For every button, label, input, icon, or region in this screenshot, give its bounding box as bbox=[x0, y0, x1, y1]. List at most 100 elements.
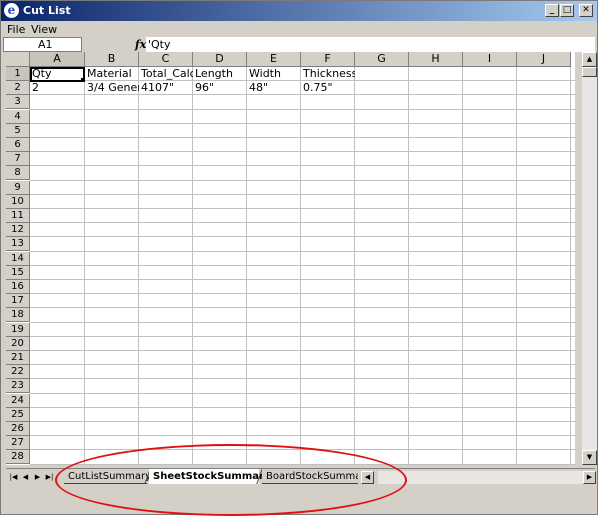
grid-line bbox=[30, 279, 575, 280]
next-sheet-icon[interactable]: ▶ bbox=[32, 471, 43, 483]
row-header-13[interactable]: 13 bbox=[6, 237, 30, 252]
row-header-27[interactable]: 27 bbox=[6, 436, 30, 451]
vertical-scrollbar[interactable]: ▲ ▼ bbox=[582, 52, 597, 465]
grid-line bbox=[30, 378, 575, 380]
row-header-4[interactable]: 4 bbox=[6, 109, 30, 124]
grid-line bbox=[30, 122, 575, 124]
row-header-23[interactable]: 23 bbox=[6, 379, 30, 394]
row-header-3[interactable]: 3 bbox=[6, 95, 30, 110]
cell-b2[interactable]: 3/4 Generic bbox=[85, 81, 139, 95]
cell-e1[interactable]: Width bbox=[247, 67, 301, 81]
cell-a2[interactable]: 2 bbox=[30, 81, 85, 95]
grid-line bbox=[30, 392, 575, 394]
row-header-12[interactable]: 12 bbox=[6, 223, 30, 238]
cell-e2[interactable]: 48" bbox=[247, 81, 301, 95]
fx-icon[interactable]: fx bbox=[135, 38, 146, 51]
maximize-button[interactable]: □ bbox=[560, 4, 574, 17]
row-header-28[interactable]: 28 bbox=[6, 450, 30, 465]
grid-line bbox=[30, 350, 575, 351]
column-header-a[interactable]: A bbox=[30, 52, 85, 67]
column-header-j[interactable]: J bbox=[517, 52, 571, 67]
last-sheet-icon[interactable]: ▶| bbox=[44, 471, 55, 483]
grid-line bbox=[30, 250, 575, 252]
column-header-g[interactable]: G bbox=[355, 52, 409, 67]
minimize-button[interactable]: _ bbox=[545, 4, 559, 17]
grid-line bbox=[30, 293, 575, 295]
prev-sheet-icon[interactable]: ◀ bbox=[20, 471, 31, 483]
menu-file[interactable]: File bbox=[7, 23, 25, 36]
column-header-f[interactable]: F bbox=[301, 52, 355, 67]
row-header-10[interactable]: 10 bbox=[6, 194, 30, 209]
cell-c1[interactable]: Total_Calc bbox=[139, 67, 193, 81]
cell-c2[interactable]: 4107" bbox=[139, 81, 193, 95]
grid-line bbox=[30, 364, 575, 366]
row-header-1[interactable]: 1 bbox=[6, 67, 30, 81]
column-header-h[interactable]: H bbox=[409, 52, 463, 67]
grid-line bbox=[300, 67, 301, 465]
column-header-i[interactable]: I bbox=[463, 52, 517, 67]
cell-f1[interactable]: Thickness bbox=[301, 67, 355, 81]
active-cell-cursor bbox=[30, 67, 85, 82]
row-header-18[interactable]: 18 bbox=[6, 308, 30, 323]
row-header-26[interactable]: 26 bbox=[6, 422, 30, 436]
cell-b1[interactable]: Material bbox=[85, 67, 139, 81]
grid-line bbox=[30, 108, 575, 110]
row-header-24[interactable]: 24 bbox=[6, 393, 30, 408]
row-header-17[interactable]: 17 bbox=[6, 294, 30, 309]
formula-bar: A1 fx 'Qty bbox=[1, 37, 597, 53]
name-box[interactable]: A1 bbox=[3, 37, 82, 52]
scroll-down-button[interactable]: ▼ bbox=[582, 450, 597, 465]
spreadsheet-grid[interactable]: A B C D E F G H I J 1 2 3 4 5 6 7 8 9 10 11 12 13 14 15 16 17 18 19 2… bbox=[6, 52, 575, 465]
menu-view[interactable]: View bbox=[31, 23, 57, 36]
row-header-6[interactable]: 6 bbox=[6, 138, 30, 152]
scroll-thumb[interactable] bbox=[582, 67, 597, 77]
column-header-b[interactable]: B bbox=[85, 52, 139, 67]
scroll-up-button[interactable]: ▲ bbox=[582, 52, 597, 67]
row-header-15[interactable]: 15 bbox=[6, 265, 30, 280]
row-header-11[interactable]: 11 bbox=[6, 209, 30, 223]
row-header-9[interactable]: 9 bbox=[6, 180, 30, 195]
row-header-14[interactable]: 14 bbox=[6, 251, 30, 266]
grid-line bbox=[516, 67, 517, 465]
horizontal-scroll-track[interactable] bbox=[378, 471, 583, 484]
grid-line bbox=[30, 421, 575, 422]
cell-f2[interactable]: 0.75" bbox=[301, 81, 355, 95]
row-header-19[interactable]: 19 bbox=[6, 322, 30, 337]
row-header-16[interactable]: 16 bbox=[6, 280, 30, 294]
column-header-c[interactable]: C bbox=[139, 52, 193, 67]
grid-line bbox=[246, 67, 247, 465]
grid-line bbox=[30, 406, 575, 408]
row-header-22[interactable]: 22 bbox=[6, 365, 30, 380]
row-header-21[interactable]: 21 bbox=[6, 351, 30, 365]
window-title: Cut List bbox=[23, 4, 71, 17]
row-header-8[interactable]: 8 bbox=[6, 166, 30, 181]
app-icon: e bbox=[4, 3, 19, 18]
grid-line bbox=[30, 335, 575, 337]
grid-line bbox=[30, 222, 575, 224]
row-header-5[interactable]: 5 bbox=[6, 123, 30, 138]
row-header-20[interactable]: 20 bbox=[6, 336, 30, 351]
row-header-2[interactable]: 2 bbox=[6, 81, 30, 96]
grid-line bbox=[408, 67, 409, 465]
formula-input[interactable]: 'Qty bbox=[146, 37, 595, 52]
grid-line bbox=[30, 165, 575, 167]
first-sheet-icon[interactable]: |◀ bbox=[8, 471, 19, 483]
grid-line bbox=[30, 193, 575, 195]
column-header-d[interactable]: D bbox=[193, 52, 247, 67]
grid-line bbox=[30, 137, 575, 138]
scroll-right-button[interactable]: ▶ bbox=[583, 471, 596, 484]
column-header-e[interactable]: E bbox=[247, 52, 301, 67]
fill-handle[interactable] bbox=[81, 78, 85, 82]
grid-line bbox=[30, 435, 575, 437]
grid-line bbox=[84, 67, 85, 465]
row-header-25[interactable]: 25 bbox=[6, 407, 30, 422]
row-header-7[interactable]: 7 bbox=[6, 152, 30, 167]
cell-d2[interactable]: 96" bbox=[193, 81, 247, 95]
cell-d1[interactable]: Length bbox=[193, 67, 247, 81]
close-button[interactable]: ✕ bbox=[579, 4, 593, 17]
title-bar[interactable]: e Cut List _ □ ✕ bbox=[1, 1, 597, 21]
grid-line bbox=[462, 67, 463, 465]
menu-bar: File View bbox=[1, 21, 597, 37]
red-highlight-ellipse bbox=[55, 444, 407, 516]
select-all-corner[interactable] bbox=[6, 52, 30, 67]
